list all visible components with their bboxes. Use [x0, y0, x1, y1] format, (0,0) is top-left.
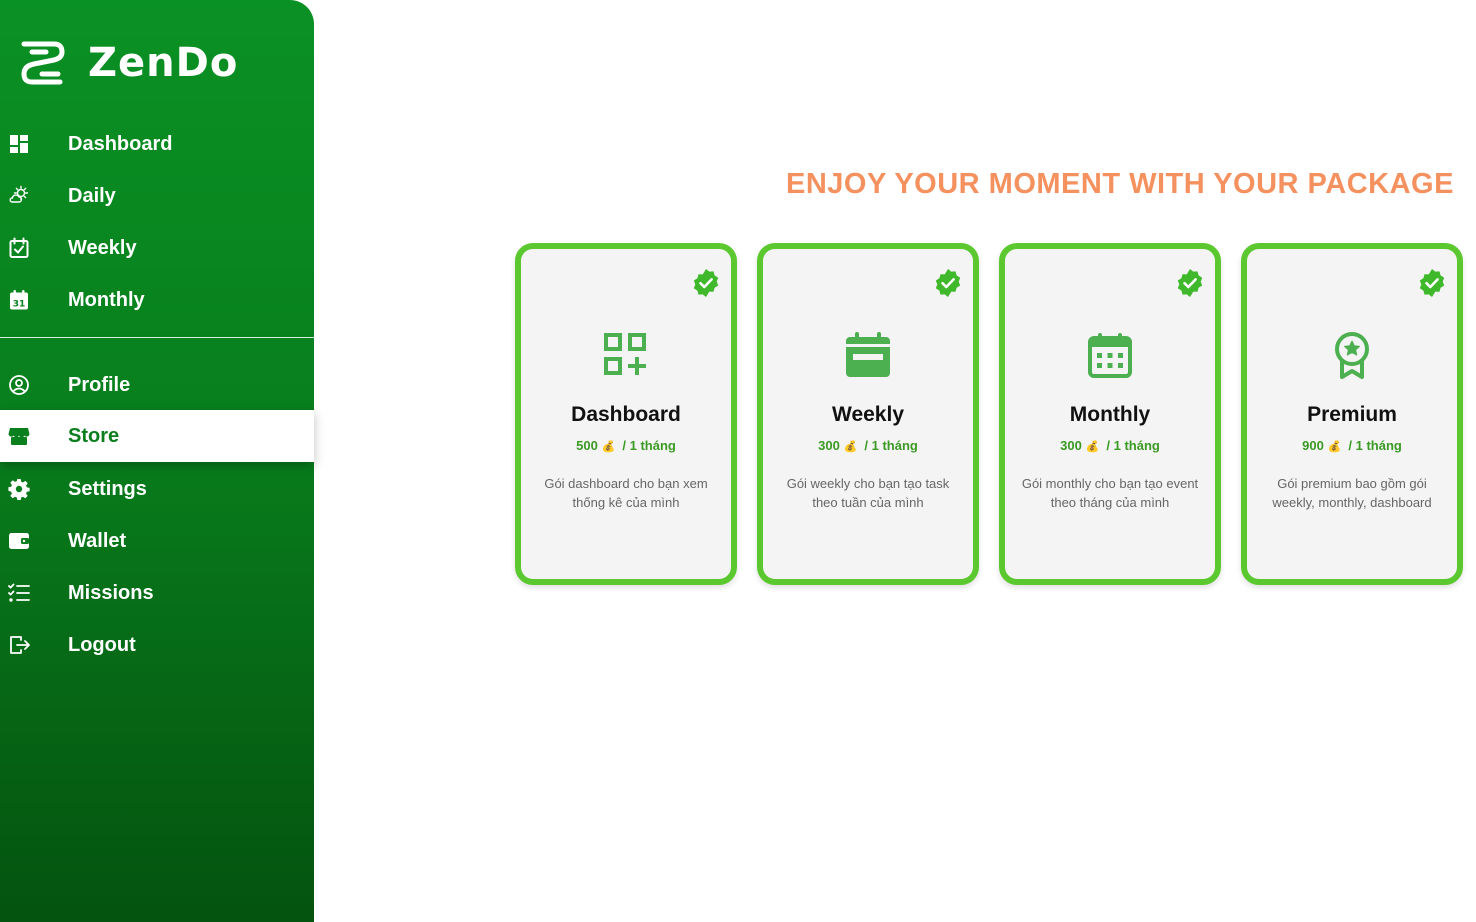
calendar-31-icon: 31	[8, 289, 30, 311]
package-card-monthly[interactable]: Monthly 300 💰 / 1 tháng Gói monthly cho …	[999, 243, 1221, 585]
package-description: Gói monthly cho bạn tạo event theo tháng…	[1021, 476, 1199, 510]
store-icon	[8, 425, 30, 447]
zendo-logo-icon	[21, 41, 65, 85]
sidebar-item-settings[interactable]: Settings	[0, 463, 314, 515]
brand-logo[interactable]: ZenDo	[18, 38, 238, 88]
sidebar-item-wallet[interactable]: Wallet	[0, 515, 314, 567]
apps-add-icon	[604, 333, 646, 375]
package-description: Gói weekly cho bạn tạo task theo tuần củ…	[786, 476, 950, 510]
price-period: / 1 tháng	[622, 438, 676, 453]
price-period: / 1 tháng	[864, 438, 918, 453]
package-title: Weekly	[832, 403, 904, 426]
sidebar-item-label: Dashboard	[68, 132, 173, 155]
gear-icon	[8, 478, 30, 500]
package-price: 300 💰 / 1 tháng	[1005, 438, 1215, 453]
money-bag-icon: 💰	[843, 441, 858, 453]
sidebar-item-label: Monthly	[68, 288, 145, 311]
price-value: 300	[818, 438, 840, 453]
page-headline: ENJOY YOUR MOMENT WITH YOUR PACKAGE	[786, 168, 1454, 200]
package-title: Premium	[1307, 403, 1397, 426]
package-title: Dashboard	[571, 403, 681, 426]
sidebar-item-label: Wallet	[68, 529, 127, 552]
package-description: Gói premium bao gồm gói weekly, monthly,…	[1272, 476, 1432, 510]
sidebar-item-label: Daily	[68, 184, 116, 207]
sidebar-item-label: Settings	[68, 477, 147, 500]
dashboard-icon	[8, 133, 30, 155]
price-value: 900	[1302, 438, 1324, 453]
sidebar-item-label: Profile	[68, 373, 131, 396]
money-bag-icon: 💰	[601, 441, 616, 453]
sidebar-item-logout[interactable]: Logout	[0, 619, 314, 671]
sidebar-item-dashboard[interactable]: Dashboard	[0, 118, 314, 170]
verified-badge-icon	[693, 269, 719, 297]
calendar-month-icon	[1088, 333, 1132, 378]
sidebar-item-label: Logout	[68, 633, 136, 656]
sidebar: ZenDo Dashboard Daily Weekly 31 Monthly …	[0, 0, 314, 922]
verified-badge-icon	[935, 269, 961, 297]
wallet-icon	[8, 530, 30, 552]
brand-name: ZenDo	[88, 40, 239, 86]
package-price: 300 💰 / 1 tháng	[763, 438, 973, 453]
verified-badge-icon	[1419, 269, 1445, 297]
money-bag-icon: 💰	[1327, 441, 1342, 453]
verified-badge-icon	[1177, 269, 1203, 297]
price-period: / 1 tháng	[1106, 438, 1160, 453]
calendar-week-icon	[846, 332, 890, 377]
logout-icon	[8, 634, 30, 656]
price-period: / 1 tháng	[1348, 438, 1402, 453]
sidebar-item-monthly[interactable]: 31 Monthly	[0, 274, 314, 326]
money-bag-icon: 💰	[1085, 441, 1100, 453]
app: ZenDo Dashboard Daily Weekly 31 Monthly …	[0, 0, 1476, 922]
sidebar-divider	[0, 337, 314, 338]
package-title: Monthly	[1069, 403, 1151, 426]
sidebar-item-missions[interactable]: Missions	[0, 567, 314, 619]
price-value: 500	[576, 438, 598, 453]
svg-text:31: 31	[13, 300, 26, 310]
package-price: 500 💰 / 1 tháng	[521, 438, 731, 453]
sidebar-item-label: Missions	[68, 581, 154, 604]
package-card-premium[interactable]: Premium 900 💰 / 1 tháng Gói premium bao …	[1241, 243, 1463, 585]
weather-icon	[8, 185, 30, 207]
checklist-icon	[8, 582, 30, 604]
package-card-dashboard[interactable]: Dashboard 500 💰 / 1 tháng Gói dashboard …	[515, 243, 737, 585]
user-circle-icon	[8, 374, 30, 396]
sidebar-item-store[interactable]: Store	[0, 410, 314, 462]
package-card-weekly[interactable]: Weekly 300 💰 / 1 tháng Gói weekly cho bạ…	[757, 243, 979, 585]
award-icon	[1335, 332, 1369, 379]
sidebar-item-weekly[interactable]: Weekly	[0, 222, 314, 274]
sidebar-item-label: Weekly	[68, 236, 137, 259]
package-description: Gói dashboard cho bạn xem thống kê của m…	[544, 476, 708, 510]
sidebar-item-label: Store	[68, 424, 120, 447]
calendar-check-icon	[8, 237, 30, 259]
sidebar-item-profile[interactable]: Profile	[0, 359, 314, 411]
price-value: 300	[1060, 438, 1082, 453]
sidebar-item-daily[interactable]: Daily	[0, 170, 314, 222]
package-price: 900 💰 / 1 tháng	[1247, 438, 1457, 453]
